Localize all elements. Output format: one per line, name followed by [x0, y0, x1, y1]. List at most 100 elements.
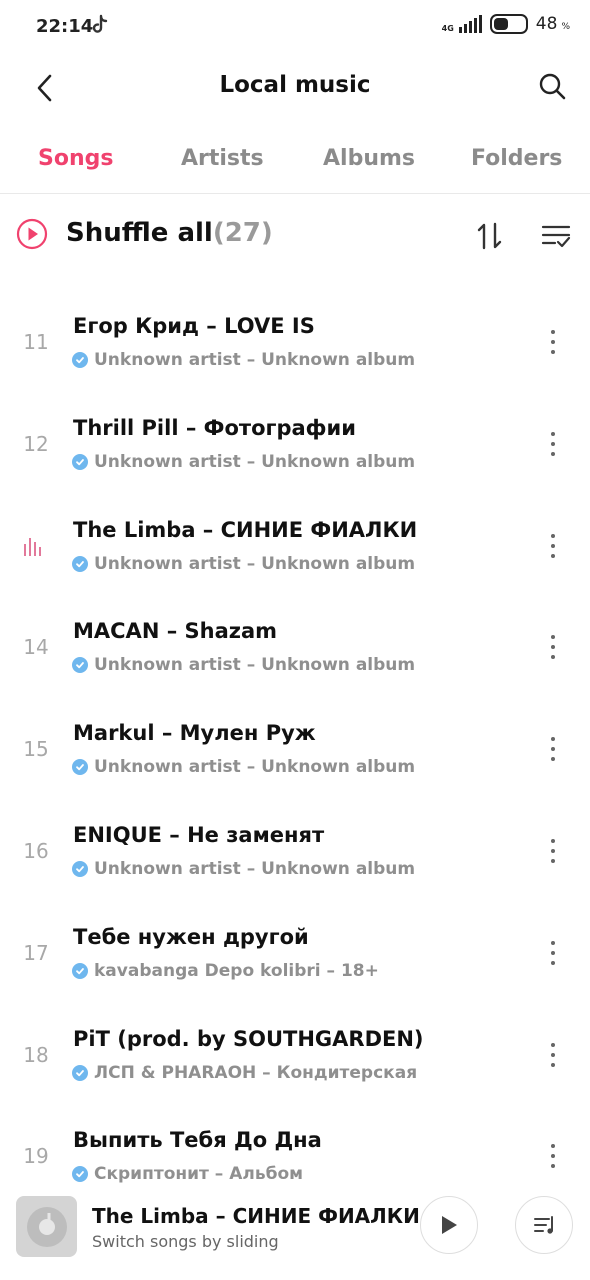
more-options-button[interactable]: [538, 629, 568, 665]
more-options-button[interactable]: [538, 426, 568, 462]
disc-icon: [26, 1206, 67, 1247]
song-subtitle: Unknown artist – Unknown album: [72, 859, 415, 879]
song-subtitle: Скриптонит – Альбом: [72, 1164, 303, 1184]
artist-album: kavabanga Depo kolibri – 18+: [94, 960, 379, 981]
more-dot: [551, 340, 555, 344]
status-time: 22:14: [36, 16, 94, 37]
song-row[interactable]: 15 Markul – Мулен Руж Unknown artist – Unk…: [0, 699, 590, 801]
now-playing-title: The Limba – СИНИЕ ФИАЛКИ: [92, 1204, 420, 1228]
shuffle-all-text: Shuffle all: [66, 218, 213, 248]
track-number: 17: [23, 940, 49, 965]
more-dot: [551, 838, 555, 843]
shuffle-all-row[interactable]: Shuffle all(27): [0, 204, 590, 264]
more-dot: [551, 655, 555, 660]
more-dot: [551, 1164, 555, 1169]
song-title: ENIQUE – Не заменят: [73, 822, 325, 847]
verified-check-icon: [72, 962, 88, 979]
more-dot: [551, 1062, 555, 1067]
more-dot: [551, 441, 555, 446]
more-options-button[interactable]: [538, 1037, 568, 1073]
more-options-button[interactable]: [538, 528, 568, 564]
battery-level: 48: [535, 14, 558, 34]
song-subtitle: kavabanga Depo kolibri – 18+: [72, 961, 379, 981]
artist-album: Unknown artist – Unknown album: [94, 655, 416, 676]
song-row[interactable]: 19 Выпить Тебя До Дна Скриптонит – Альбом: [0, 1106, 590, 1192]
artist-album: Unknown artist – Unknown album: [94, 858, 416, 879]
song-list: 11 Егор Крид – LOVE IS Unknown artist – Un…: [0, 292, 590, 1192]
song-subtitle: Unknown artist – Unknown album: [72, 554, 415, 574]
sort-icon: [477, 222, 502, 250]
song-title: Thrill Pill – Фотографии: [73, 415, 356, 440]
sort-button[interactable]: [470, 216, 510, 256]
track-number: 16: [23, 838, 49, 863]
song-row[interactable]: 17 Тебе нужен другой kavabanga Depo kolibr…: [0, 903, 590, 1005]
battery-icon: [489, 14, 528, 34]
more-options-button[interactable]: [538, 1138, 568, 1174]
shuffle-all-label: Shuffle all(27): [66, 218, 273, 248]
artist-album: ЛСП & PHARAOH – Кондитерская: [94, 1062, 418, 1083]
more-dot: [551, 553, 555, 558]
search-button[interactable]: [532, 66, 572, 106]
more-dot: [551, 533, 555, 538]
album-art[interactable]: [16, 1196, 77, 1257]
song-row[interactable]: 11 Егор Крид – LOVE IS Unknown artist – Un…: [0, 292, 590, 394]
song-row[interactable]: The Limba – СИНИЕ ФИАЛКИ Unknown artist –…: [0, 496, 590, 598]
verified-check-icon: [72, 657, 88, 674]
verified-check-icon: [72, 860, 88, 877]
more-dot: [551, 350, 555, 354]
more-dot: [551, 1154, 555, 1159]
more-dot: [551, 848, 555, 853]
song-title: Тебе нужен другой: [73, 924, 309, 949]
song-row[interactable]: 12 Thrill Pill – Фотографии Unknown artist…: [0, 394, 590, 496]
track-number: 11: [23, 330, 49, 354]
track-number: 15: [23, 737, 49, 762]
verified-check-icon: [72, 555, 88, 572]
more-dot: [551, 960, 555, 965]
track-number: 14: [23, 635, 49, 660]
battery-fill: [493, 18, 508, 30]
queue-button[interactable]: [515, 1196, 573, 1254]
status-bar: 22:14 4G 48 %: [0, 0, 590, 54]
song-title: MACAN – Shazam: [73, 619, 278, 644]
song-title: Выпить Тебя До Дна: [73, 1128, 322, 1153]
verified-check-icon: [72, 1064, 88, 1081]
song-title: PiT (prod. by SOUTHGARDEN): [73, 1026, 424, 1051]
mini-player[interactable]: The Limba – СИНИЕ ФИАЛКИ Switch songs by…: [0, 1188, 590, 1280]
now-playing-equalizer-icon: [22, 536, 44, 560]
song-title: Markul – Мулен Руж: [73, 721, 316, 746]
tab-albums[interactable]: Albums: [323, 146, 415, 171]
more-options-button[interactable]: [538, 935, 568, 971]
more-dot: [551, 1042, 555, 1047]
song-row[interactable]: 18 PiT (prod. by SOUTHGARDEN) ЛСП & PHARAO…: [0, 1005, 590, 1107]
more-options-button[interactable]: [538, 731, 568, 767]
song-subtitle: Unknown artist – Unknown album: [72, 452, 415, 472]
more-dot: [551, 451, 555, 456]
verified-check-icon: [72, 759, 88, 776]
more-dot: [551, 431, 555, 436]
tab-songs[interactable]: Songs: [38, 146, 113, 171]
song-subtitle: Unknown artist – Unknown album: [72, 655, 415, 675]
more-options-button[interactable]: [538, 324, 568, 360]
tab-artists[interactable]: Artists: [181, 146, 264, 171]
more-dot: [551, 950, 555, 955]
play-icon: [442, 1216, 457, 1234]
battery-unit: %: [561, 22, 570, 32]
tab-bar: Songs Artists Albums Folders: [0, 132, 590, 194]
more-options-button[interactable]: [538, 833, 568, 869]
more-dot: [551, 330, 555, 334]
more-dot: [551, 940, 555, 945]
tab-folders[interactable]: Folders: [471, 146, 562, 171]
song-subtitle: Unknown artist – Unknown album: [72, 757, 415, 777]
signal-icon: 4G: [442, 15, 482, 33]
artist-album: Unknown artist – Unknown album: [94, 553, 416, 574]
song-row[interactable]: 14 MACAN – Shazam Unknown artist – Unknown…: [0, 597, 590, 699]
song-title: The Limba – СИНИЕ ФИАЛКИ: [73, 517, 418, 542]
song-count: (27): [212, 218, 273, 248]
play-button[interactable]: [420, 1196, 478, 1254]
more-dot: [551, 858, 555, 863]
song-title: Егор Крид – LOVE IS: [73, 314, 315, 338]
page-title: Local music: [219, 72, 371, 98]
multi-select-button[interactable]: [536, 216, 576, 256]
artist-album: Unknown artist – Unknown album: [94, 451, 416, 472]
song-row[interactable]: 16 ENIQUE – Не заменят Unknown artist – Un…: [0, 801, 590, 903]
